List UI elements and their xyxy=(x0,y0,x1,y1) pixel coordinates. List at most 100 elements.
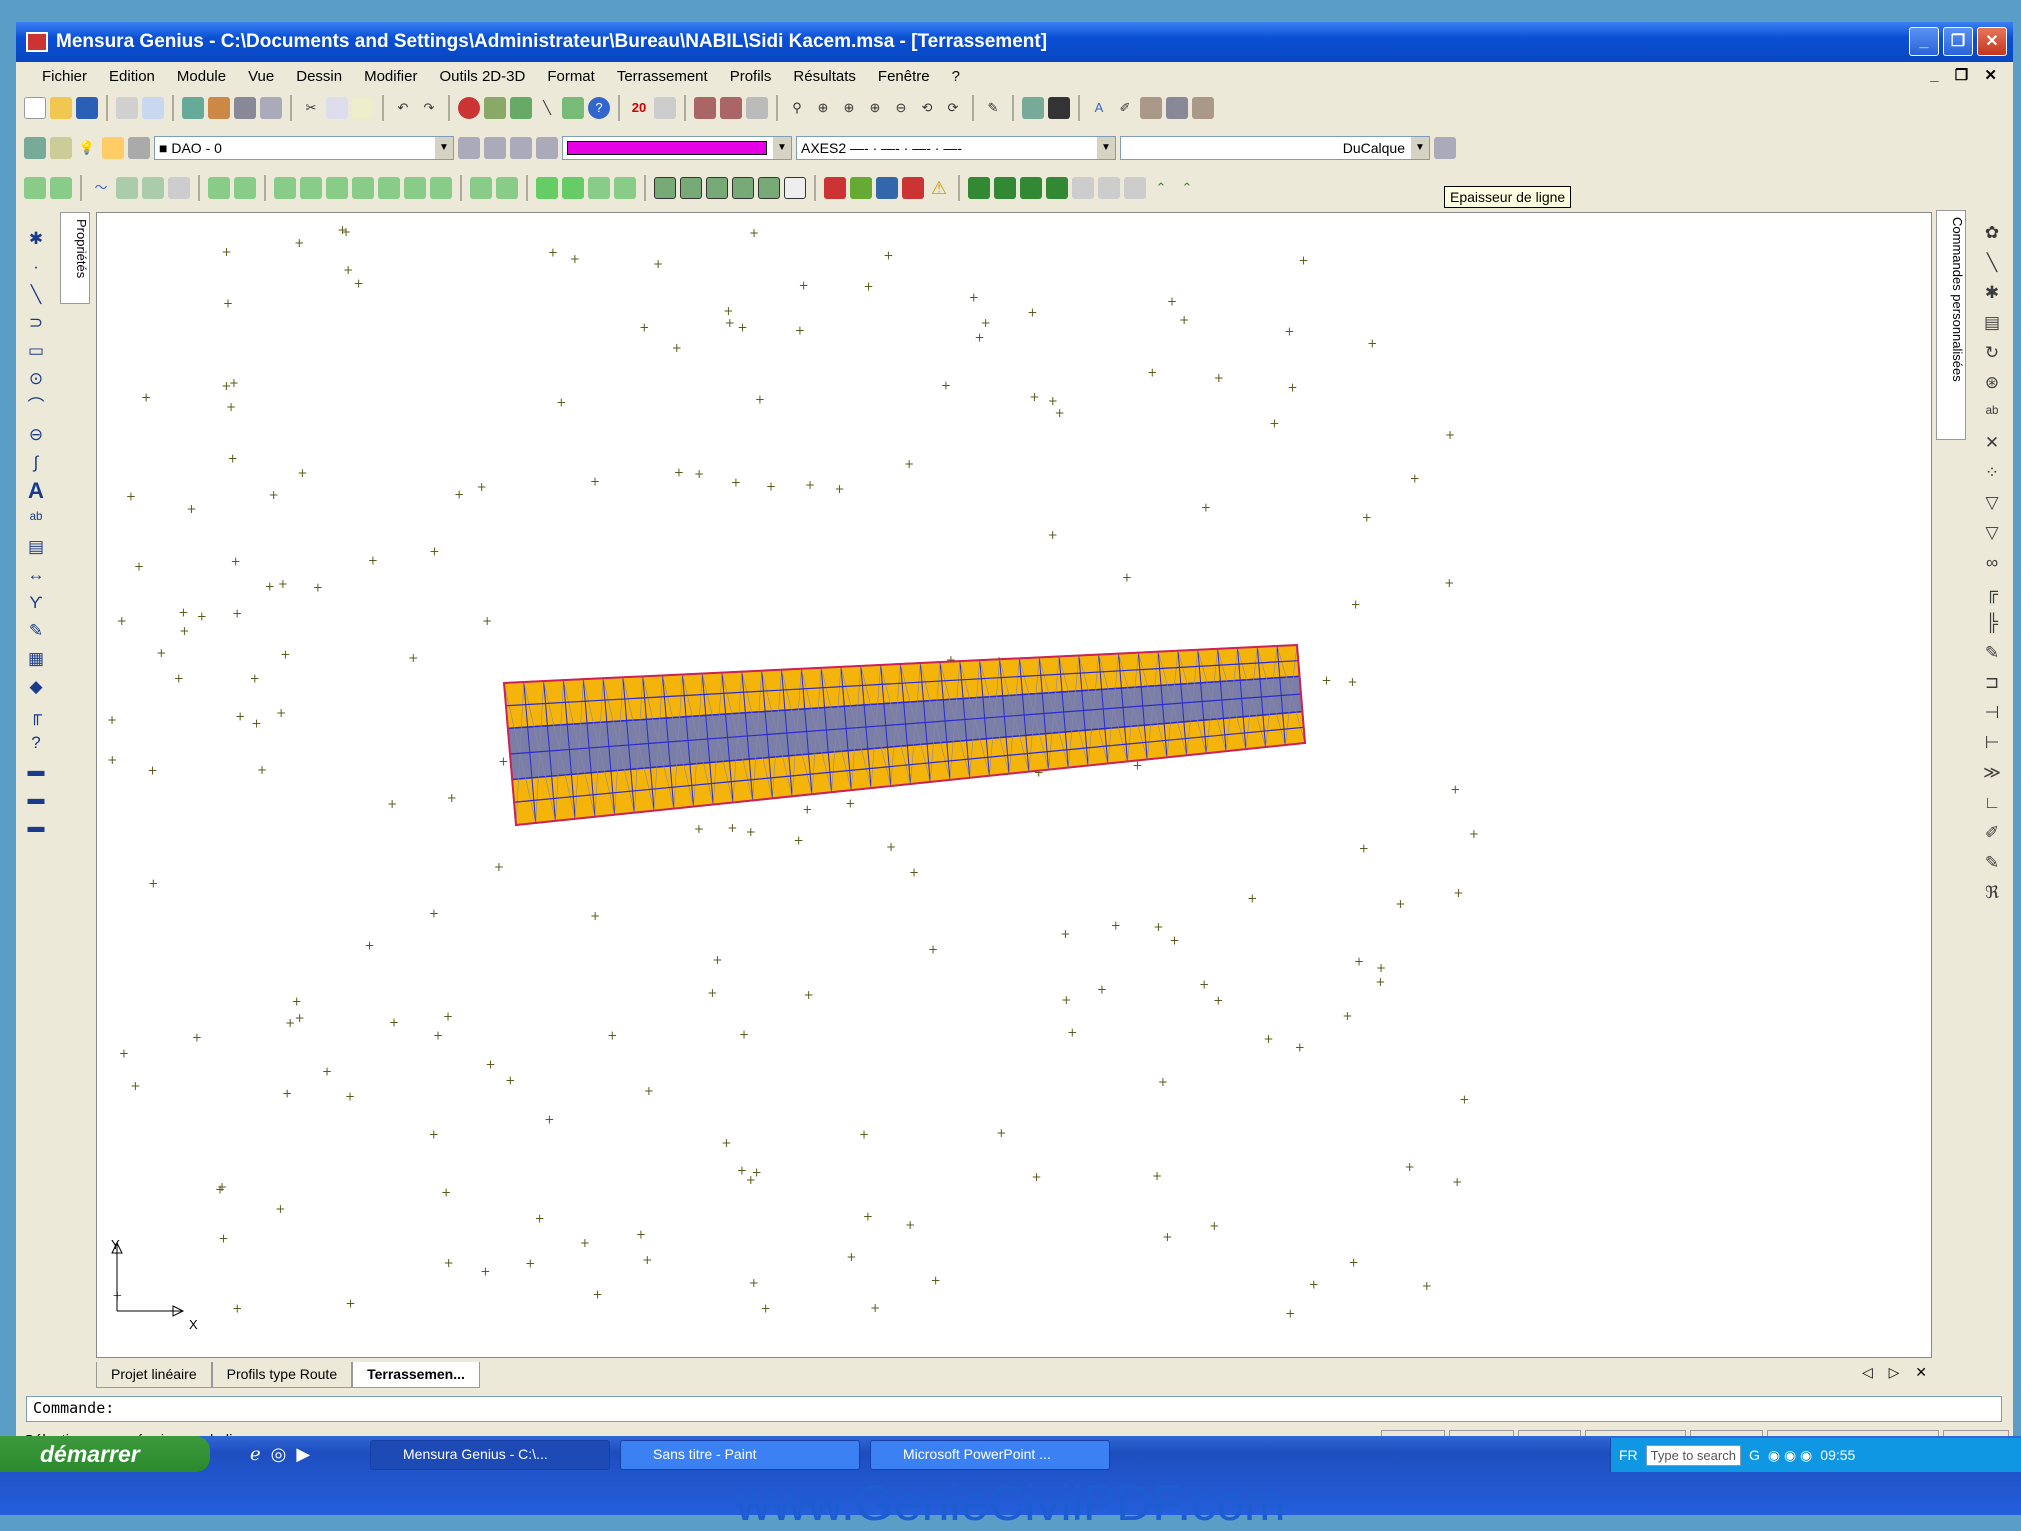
volume3-icon[interactable] xyxy=(326,177,348,199)
tool-d-icon[interactable]: ▤ xyxy=(1981,312,2003,334)
properties-tab[interactable]: Propriétés xyxy=(60,212,90,304)
circle-icon[interactable]: ⊙ xyxy=(25,368,47,390)
book4-icon[interactable] xyxy=(1046,177,1068,199)
profile2-icon[interactable] xyxy=(142,177,164,199)
menu-edition[interactable]: Edition xyxy=(109,68,155,85)
menu-module[interactable]: Module xyxy=(177,68,226,85)
menu-resultats[interactable]: Résultats xyxy=(793,68,856,85)
menu-terrassement[interactable]: Terrassement xyxy=(617,68,708,85)
select-icon[interactable]: ✱ xyxy=(25,228,47,250)
preview-icon[interactable] xyxy=(142,97,164,119)
volume6-icon[interactable] xyxy=(404,177,426,199)
layer-manager-icon[interactable] xyxy=(24,137,46,159)
open-icon[interactable] xyxy=(50,97,72,119)
pencil-icon[interactable]: ✐ xyxy=(1114,97,1136,119)
start-button[interactable]: démarrer xyxy=(0,1436,210,1472)
volume5-icon[interactable] xyxy=(378,177,400,199)
fill-icon[interactable]: ◆ xyxy=(25,676,47,698)
bulb-icon[interactable]: 💡 xyxy=(76,137,98,159)
tool-h-icon[interactable]: ✕ xyxy=(1981,432,2003,454)
chevron-down-icon[interactable]: ▼ xyxy=(435,137,453,159)
edit-attribute-icon[interactable] xyxy=(1192,97,1214,119)
drawing-canvas[interactable]: + + + + + + + + + + + + + + + + + + + + + + + + + + + + + + + + + + + + + + + +… xyxy=(96,212,1932,1358)
tray-icons[interactable]: ◉ ◉ ◉ xyxy=(1768,1447,1812,1464)
command-line[interactable]: Commande: xyxy=(26,1396,2002,1422)
tool-k-icon[interactable]: ▽ xyxy=(1981,522,2003,544)
tab-terrassement[interactable]: Terrassemen... xyxy=(352,1362,480,1388)
stop-icon[interactable] xyxy=(458,97,480,119)
warning-icon[interactable]: ⚠ xyxy=(928,177,950,199)
tool-p-icon[interactable]: ⊐ xyxy=(1981,672,2003,694)
color-select[interactable]: ▼ xyxy=(562,136,792,160)
menu-format[interactable]: Format xyxy=(547,68,595,85)
zoom-in-icon[interactable]: ⊕ xyxy=(812,97,834,119)
point-icon[interactable]: · xyxy=(25,256,47,278)
volume2-icon[interactable] xyxy=(300,177,322,199)
tool-u-icon[interactable]: ✐ xyxy=(1981,822,2003,844)
arrow-up-icon[interactable]: ⌃ xyxy=(1150,177,1172,199)
layer-select[interactable]: ■ DAO - 0 ▼ xyxy=(154,136,454,160)
rectangle-icon[interactable]: ▭ xyxy=(25,340,47,362)
language-indicator[interactable]: FR xyxy=(1619,1447,1638,1463)
help-tool-icon[interactable]: ? xyxy=(25,732,47,754)
line-tool-icon[interactable]: ╲ xyxy=(536,97,558,119)
comb-icon[interactable]: ╓ xyxy=(25,704,47,726)
view2-icon[interactable] xyxy=(680,177,702,199)
help-icon[interactable]: ? xyxy=(588,97,610,119)
anchor-icon[interactable]: ϒ xyxy=(25,592,47,614)
tool-icon[interactable] xyxy=(654,97,676,119)
pan-icon[interactable] xyxy=(746,97,768,119)
tab-profils-type-route[interactable]: Profils type Route xyxy=(211,1362,353,1388)
view4-icon[interactable] xyxy=(732,177,754,199)
xy2-icon[interactable] xyxy=(1098,177,1120,199)
tool-g-icon[interactable]: ᵃᵇ xyxy=(1981,402,2003,424)
talus2-icon[interactable] xyxy=(496,177,518,199)
tool-m-icon[interactable]: ╔ xyxy=(1981,582,2003,604)
tool-f-icon[interactable]: ⊛ xyxy=(1981,372,2003,394)
annotation3-icon[interactable]: ▬ xyxy=(25,816,47,838)
snap2-icon[interactable] xyxy=(720,97,742,119)
annotation2-icon[interactable]: ▬ xyxy=(25,788,47,810)
menu-outils[interactable]: Outils 2D-3D xyxy=(439,68,525,85)
book2-icon[interactable] xyxy=(994,177,1016,199)
earthwork2-icon[interactable] xyxy=(50,177,72,199)
polyline-icon[interactable]: ⊃ xyxy=(25,312,47,334)
zoom-window-icon[interactable]: ⊕ xyxy=(838,97,860,119)
earthwork-icon[interactable] xyxy=(24,177,46,199)
menu-modifier[interactable]: Modifier xyxy=(364,68,417,85)
tool-o-icon[interactable]: ✎ xyxy=(1981,642,2003,664)
tool-r-icon[interactable]: ⊢ xyxy=(1981,732,2003,754)
redo-icon[interactable]: ↷ xyxy=(418,97,440,119)
layer-uniso-icon[interactable] xyxy=(536,137,558,159)
menu-fichier[interactable]: Fichier xyxy=(42,68,87,85)
twenty-icon[interactable]: 20 xyxy=(628,97,650,119)
tab-projet-lineaire[interactable]: Projet linéaire xyxy=(96,1362,212,1388)
menu-fenetre[interactable]: Fenêtre xyxy=(878,68,930,85)
report-icon[interactable] xyxy=(784,177,806,199)
dimension-icon[interactable]: ↔ xyxy=(25,564,47,586)
table-icon[interactable] xyxy=(234,97,256,119)
xy3-icon[interactable] xyxy=(1124,177,1146,199)
volume-icon[interactable] xyxy=(274,177,296,199)
layer-iso-icon[interactable] xyxy=(510,137,532,159)
cut-icon[interactable]: ✂ xyxy=(300,97,322,119)
new-icon[interactable] xyxy=(24,97,46,119)
layer-tool-icon[interactable] xyxy=(182,97,204,119)
transfer-icon[interactable] xyxy=(850,177,872,199)
menu-vue[interactable]: Vue xyxy=(248,68,274,85)
tool-i-icon[interactable]: ⁘ xyxy=(1981,462,2003,484)
tool-a-icon[interactable]: ✿ xyxy=(1981,222,2003,244)
zoom-realtime-icon[interactable]: ⟳ xyxy=(942,97,964,119)
tool-b-icon[interactable]: ╲ xyxy=(1981,252,2003,274)
table-draw-icon[interactable]: ▤ xyxy=(25,536,47,558)
globe-icon[interactable] xyxy=(876,177,898,199)
browser-icon[interactable]: ◎ xyxy=(271,1444,287,1465)
chevron-down-icon[interactable]: ▼ xyxy=(773,137,791,159)
section-icon[interactable] xyxy=(168,177,190,199)
zoom-out-icon[interactable]: ⊖ xyxy=(890,97,912,119)
view3-icon[interactable] xyxy=(706,177,728,199)
tab-navigation[interactable]: ◁ ▷ ✕ xyxy=(1862,1364,1933,1381)
layer-prev-icon[interactable] xyxy=(458,137,480,159)
arc-icon[interactable]: ⌒ xyxy=(25,396,47,418)
linetype-select[interactable]: AXES2 —- · —- · —- · —- ▼ xyxy=(796,136,1116,160)
